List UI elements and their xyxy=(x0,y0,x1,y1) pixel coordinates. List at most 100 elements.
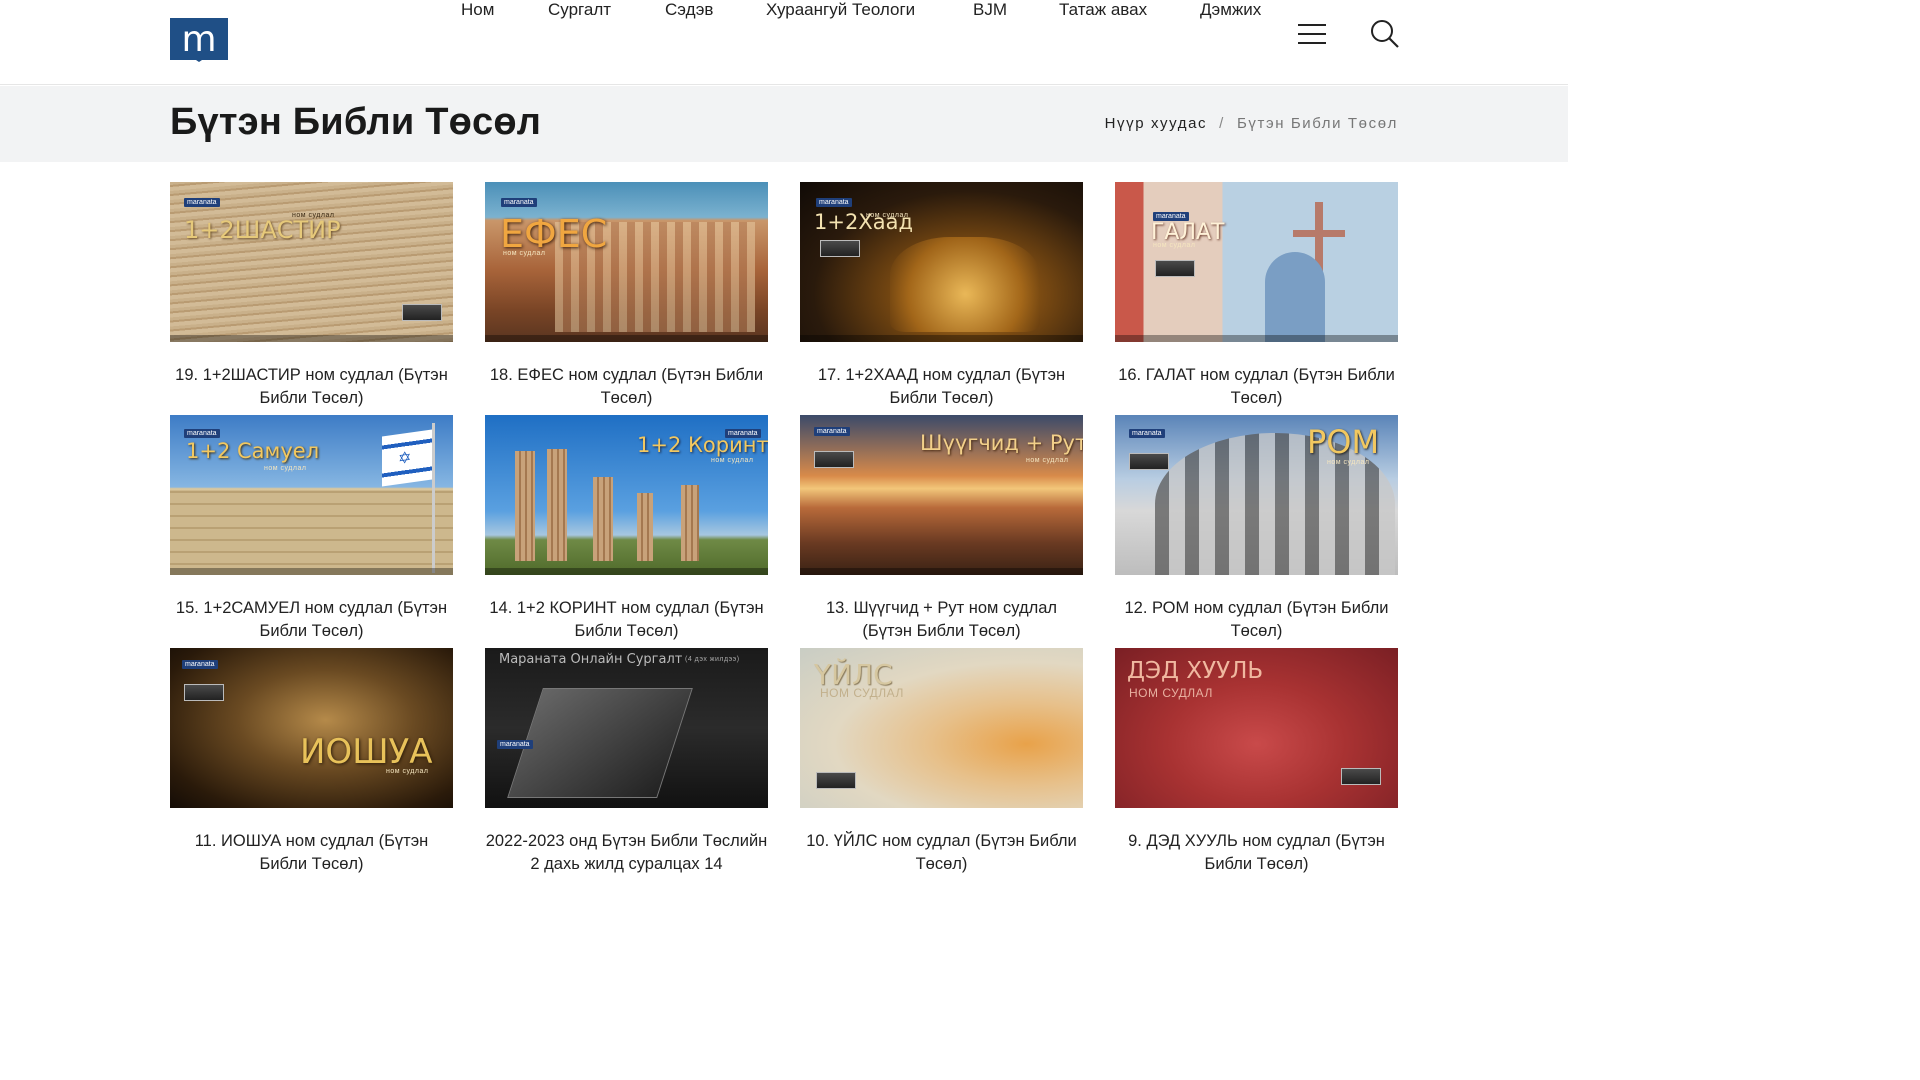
book-thumbnail[interactable]: maranata 1+2 Коринт ном судлал xyxy=(485,415,768,575)
book-card[interactable]: maranata 1+2ШАСТИР ном судлал 19. 1+2ШАС… xyxy=(170,182,453,410)
book-caption[interactable]: 19. 1+2ШАСТИР ном судлал (Бүтэн Библи Тө… xyxy=(170,364,453,410)
brand-badge: maranata xyxy=(184,198,220,207)
thumbnail-subtitle: ном судлал xyxy=(386,768,429,775)
brand-badge: maranata xyxy=(816,198,852,207)
column-shape xyxy=(681,485,699,561)
nav-item-bjm[interactable]: BJM xyxy=(973,0,1007,24)
book-card[interactable]: maranata 1+2 Коринт ном судлал 14. 1+2 К… xyxy=(485,415,768,643)
book-thumbnail[interactable]: maranata ГАЛАТ ном судлал xyxy=(1115,182,1398,342)
book-caption[interactable]: 17. 1+2ХААД ном судлал (Бүтэн Библи Төсө… xyxy=(800,364,1083,410)
hamburger-menu-icon[interactable] xyxy=(1298,23,1327,45)
search-icon[interactable] xyxy=(1370,19,1400,49)
thumbnail-footer xyxy=(800,568,1083,575)
nav-item-theology[interactable]: Хураангуй Теологи xyxy=(766,0,915,24)
site-header: m Ном Сургалт Сэдэв Хураангуй Теологи BJ… xyxy=(0,0,1568,85)
book-thumbnail[interactable]: maranata РОМ ном судлал xyxy=(1115,415,1398,575)
svg-text:m: m xyxy=(181,19,216,60)
column-shape xyxy=(547,449,567,561)
wall-shape xyxy=(170,490,453,575)
book-card[interactable]: maranata 1+2Хаад ном судлал 17. 1+2ХААД … xyxy=(800,182,1083,410)
breadcrumb-separator: / xyxy=(1219,115,1225,132)
thumbnail-footer xyxy=(170,568,453,575)
preview-image xyxy=(1155,260,1195,277)
preview-image xyxy=(820,240,860,257)
thumbnail-subtitle: (4 дэх жилдээ) xyxy=(685,656,740,663)
nav-item-topics[interactable]: Сэдэв xyxy=(665,0,713,24)
book-thumbnail[interactable]: maranata ЕФЕС ном судлал xyxy=(485,182,768,342)
book-card[interactable]: maranata ИОШУА ном судлал 11. ИОШУА ном … xyxy=(170,648,453,876)
book-thumbnail[interactable]: ДЭД ХУУЛЬ НОМ СУДЛАЛ xyxy=(1115,648,1398,808)
book-thumbnail[interactable]: Маранатa Онлайн Сургалт (4 дэх жилдээ) m… xyxy=(485,648,768,808)
israel-flag: ✡ xyxy=(382,429,432,487)
nav-item-support[interactable]: Дэмжих xyxy=(1200,0,1261,24)
thumbnail-subtitle: ном судлал xyxy=(866,212,909,219)
thumbnail-footer xyxy=(485,335,768,342)
preview-image xyxy=(1129,453,1169,470)
breadcrumb-home-link[interactable]: Нүүр хуудас xyxy=(1105,115,1208,132)
breadcrumb-current: Бүтэн Библи Төсөл xyxy=(1236,115,1398,132)
page-title-bar: Бүтэн Библи Төсөл Нүүр хуудас / Бүтэн Библ… xyxy=(0,86,1568,162)
nav-item-download[interactable]: Татаж авах xyxy=(1059,0,1147,24)
book-caption[interactable]: 9. ДЭД ХУУЛЬ ном судлал (Бүтэн Библи Төс… xyxy=(1115,830,1398,876)
book-caption[interactable]: 2022-2023 онд Бүтэн Библи Төслийн 2 дахь… xyxy=(485,830,768,876)
flagpole xyxy=(432,423,435,573)
cross-shape xyxy=(1293,230,1345,237)
star-of-david-icon: ✡ xyxy=(398,449,412,469)
book-card[interactable]: ДЭД ХУУЛЬ НОМ СУДЛАЛ 9. ДЭД ХУУЛЬ ном су… xyxy=(1115,648,1398,876)
site-logo[interactable]: m xyxy=(170,16,228,62)
child-figure xyxy=(1265,252,1325,342)
thumbnail-title: Шүүгчид + Рут xyxy=(920,431,1083,455)
book-caption[interactable]: 10. ҮЙЛС ном судлал (Бүтэн Библи Төсөл) xyxy=(800,830,1083,876)
preview-image xyxy=(402,304,442,321)
book-thumbnail[interactable]: ✡ maranata 1+2 Самуел ном судлал xyxy=(170,415,453,575)
thumbnail-title: Маранатa Онлайн Сургалт xyxy=(499,652,683,667)
book-card[interactable]: maranata ГАЛАТ ном судлал 16. ГАЛАТ ном … xyxy=(1115,182,1398,410)
preview-image xyxy=(1341,768,1381,785)
preview-image xyxy=(814,451,854,468)
book-card[interactable]: ҮЙЛС НОМ СУДЛАЛ 10. ҮЙЛС ном судлал (Бүт… xyxy=(800,648,1083,876)
nav-item-courses[interactable]: Сургалт xyxy=(548,0,611,24)
brand-badge: maranata xyxy=(501,198,537,207)
book-caption[interactable]: 12. РОМ ном судлал (Бүтэн Библи Төсөл) xyxy=(1115,597,1398,643)
book-caption[interactable]: 16. ГАЛАТ ном судлал (Бүтэн Библи Төсөл) xyxy=(1115,364,1398,410)
laptop-shape xyxy=(507,688,693,798)
thumbnail-subtitle: ном судлал xyxy=(503,250,546,257)
book-caption[interactable]: 15. 1+2САМУЕЛ ном судлал (Бүтэн Библи Тө… xyxy=(170,597,453,643)
book-thumbnail[interactable]: maranata 1+2Хаад ном судлал xyxy=(800,182,1083,342)
book-card[interactable]: maranata Шүүгчид + Рут ном судлал 13. Шү… xyxy=(800,415,1083,643)
book-card[interactable]: Маранатa Онлайн Сургалт (4 дэх жилдээ) m… xyxy=(485,648,768,876)
thumbnail-footer xyxy=(800,335,1083,342)
nav-item-books[interactable]: Ном xyxy=(461,0,494,24)
book-caption[interactable]: 14. 1+2 КОРИНТ ном судлал (Бүтэн Библи Т… xyxy=(485,597,768,643)
thumbnail-title: ДЭД ХУУЛЬ xyxy=(1127,658,1264,684)
book-card[interactable]: ✡ maranata 1+2 Самуел ном судлал 15. 1+2… xyxy=(170,415,453,643)
crown-shape xyxy=(890,237,1040,332)
book-caption[interactable]: 13. Шүүгчид + Рут ном судлал (Бүтэн Библ… xyxy=(800,597,1083,643)
brand-badge: maranata xyxy=(182,660,218,669)
book-thumbnail[interactable]: ҮЙЛС НОМ СУДЛАЛ xyxy=(800,648,1083,808)
brand-badge: maranata xyxy=(497,740,533,749)
book-caption[interactable]: 11. ИОШУА ном судлал (Бүтэн Библи Төсөл) xyxy=(170,830,453,876)
book-card[interactable]: maranata РОМ ном судлал 12. РОМ ном судл… xyxy=(1115,415,1398,643)
thumbnail-subtitle: НОМ СУДЛАЛ xyxy=(820,686,904,700)
thumbnail-subtitle: ном судлал xyxy=(264,465,307,472)
thumbnail-subtitle: ном судлал xyxy=(292,212,335,219)
thumbnail-footer xyxy=(1115,335,1398,342)
thumbnail-subtitle: ном судлал xyxy=(1026,457,1069,464)
preview-image xyxy=(184,684,224,701)
book-thumbnail[interactable]: maranata Шүүгчид + Рут ном судлал xyxy=(800,415,1083,575)
brand-badge: maranata xyxy=(814,427,850,436)
brand-badge: maranata xyxy=(1129,429,1165,438)
book-thumbnail[interactable]: maranata ИОШУА ном судлал xyxy=(170,648,453,808)
page-title: Бүтэн Библи Төсөл xyxy=(170,101,542,143)
thumbnail-subtitle: ном судлал xyxy=(711,457,754,464)
thumbnail-footer xyxy=(485,568,768,575)
thumbnail-title: ИОШУА xyxy=(300,732,433,772)
column-shape xyxy=(637,493,653,561)
book-caption[interactable]: 18. ЕФЕС ном судлал (Бүтэн Библи Төсөл) xyxy=(485,364,768,410)
book-thumbnail[interactable]: maranata 1+2ШАСТИР ном судлал xyxy=(170,182,453,342)
column-shape xyxy=(593,477,613,561)
book-card[interactable]: maranata ЕФЕС ном судлал 18. ЕФЕС ном су… xyxy=(485,182,768,410)
breadcrumb: Нүүр хуудас / Бүтэн Библи Төсөл xyxy=(1105,115,1398,132)
thumbnail-title: РОМ xyxy=(1307,423,1380,461)
